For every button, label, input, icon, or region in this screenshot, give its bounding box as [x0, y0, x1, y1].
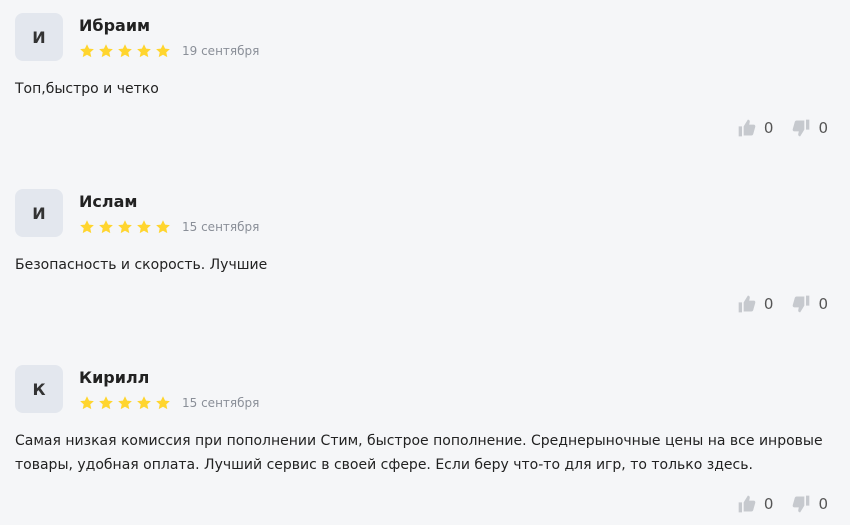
thumbs-up-icon [738, 119, 756, 137]
star-icon [80, 220, 94, 234]
thumbs-down-icon [793, 295, 810, 313]
rating-stars [79, 395, 171, 411]
review-card: И Ислам 15 сентября Безопасность и скоро… [0, 176, 850, 352]
reviewer-name: Кирилл [79, 368, 150, 387]
star-icon [137, 396, 151, 410]
vote-controls: 0 0 [737, 118, 828, 138]
like-button[interactable]: 0 [737, 494, 774, 514]
star-icon [80, 396, 94, 410]
review-date: 15 сентября [182, 220, 260, 234]
review-text: Самая низкая комиссия при пополнении Сти… [15, 433, 823, 473]
thumbs-up-icon [738, 495, 756, 513]
like-button[interactable]: 0 [737, 118, 774, 138]
review-card: К Кирилл 15 сентября Самая низкая комисс… [0, 352, 850, 525]
review-date: 15 сентября [182, 396, 260, 410]
star-icon [118, 44, 132, 58]
avatar: И [15, 13, 63, 61]
rating-stars [79, 219, 171, 235]
dislike-button[interactable]: 0 [791, 118, 828, 138]
review-text: Топ,быстро и четко [15, 81, 159, 97]
avatar: И [15, 189, 63, 237]
like-button[interactable]: 0 [737, 294, 774, 314]
dislike-count: 0 [818, 495, 828, 513]
star-icon [118, 220, 132, 234]
thumbs-down-icon [793, 119, 810, 137]
thumbs-up-icon [738, 295, 756, 313]
reviewer-name: Ибраим [79, 16, 151, 35]
star-icon [156, 44, 170, 58]
star-icon [137, 220, 151, 234]
rating-stars [79, 43, 171, 59]
like-count: 0 [763, 495, 774, 513]
dislike-count: 0 [818, 295, 828, 313]
star-icon [137, 44, 151, 58]
dislike-button[interactable]: 0 [791, 294, 828, 314]
reviewer-name: Ислам [79, 192, 138, 211]
thumbs-down-icon [793, 495, 810, 513]
vote-controls: 0 0 [737, 494, 828, 514]
review-card: И Ибраим 19 сентября Топ,быстро и четко … [0, 0, 850, 176]
star-icon [80, 44, 94, 58]
star-icon [99, 220, 113, 234]
star-icon [99, 396, 113, 410]
star-icon [156, 396, 170, 410]
like-count: 0 [763, 295, 774, 313]
avatar: К [15, 365, 63, 413]
star-icon [156, 220, 170, 234]
star-icon [99, 44, 113, 58]
review-text: Безопасность и скорость. Лучшие [15, 257, 268, 273]
dislike-count: 0 [818, 119, 828, 137]
review-date: 19 сентября [182, 44, 260, 58]
star-icon [118, 396, 132, 410]
dislike-button[interactable]: 0 [791, 494, 828, 514]
vote-controls: 0 0 [737, 294, 828, 314]
like-count: 0 [763, 119, 774, 137]
